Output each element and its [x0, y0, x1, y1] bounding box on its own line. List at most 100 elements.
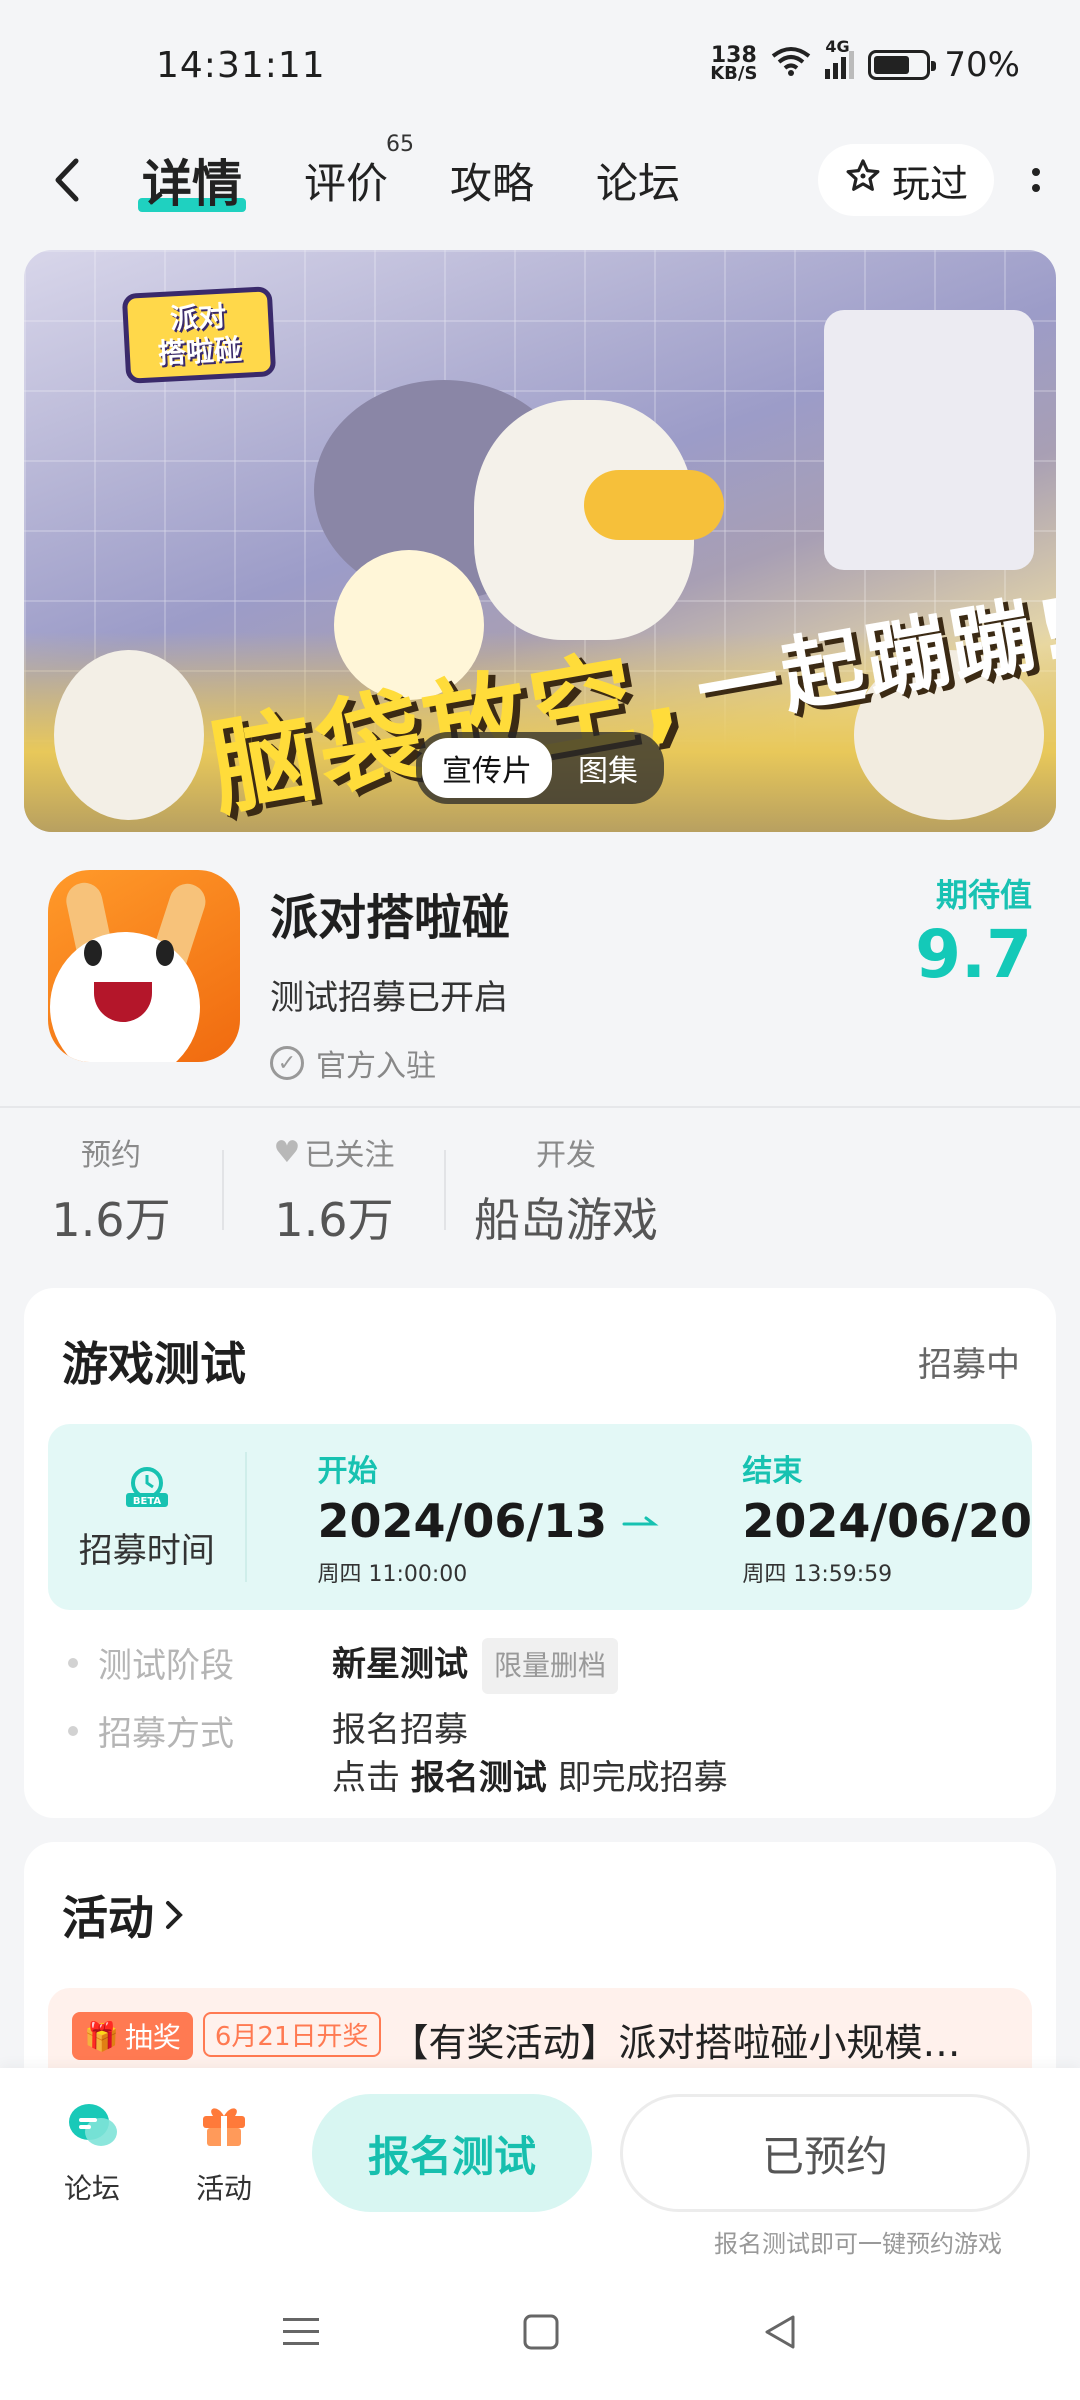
- stat-label: ♥ 已关注: [274, 1130, 395, 1174]
- tab-gallery[interactable]: 图集: [558, 738, 658, 798]
- activity-text: 【有奖活动】派对搭啦碰小规模测试招募开启: [390, 2021, 981, 2065]
- more-icon[interactable]: [1032, 168, 1040, 192]
- status-time: 14:31:11: [156, 44, 326, 86]
- stat-value: 1.6万: [51, 1193, 171, 1247]
- status-bar: 14:31:11 138 KB/S 4G 70%: [0, 0, 1080, 130]
- test-details: 测试阶段 新星测试 限量删档 招募方式 报名招募 点击 报名测试 即完成招募: [24, 1610, 1056, 1802]
- logo-line1: 派对: [169, 299, 227, 336]
- stat-followers[interactable]: ♥ 已关注 1.6万: [224, 1130, 444, 1250]
- start-time: 开始 2024/06/13 周四 11:00:00: [317, 1446, 607, 1588]
- card-title: 游戏测试: [62, 1337, 246, 1391]
- bottom-action-bar: 论坛 活动 报名测试 已预约 报名测试即可一键预约游戏: [0, 2068, 1080, 2268]
- tab-forum[interactable]: 论坛: [596, 150, 680, 211]
- arrow-right-icon: [607, 1512, 672, 1532]
- reserve-hint: 报名测试即可一键预约游戏: [714, 2230, 1002, 2258]
- end-tag: 结束: [742, 1454, 803, 1489]
- battery-level: [874, 56, 910, 74]
- stat-value: 船岛游戏: [474, 1193, 658, 1247]
- gift-box-icon: [199, 2100, 249, 2157]
- star-icon: [844, 157, 882, 204]
- recruit-status: 招募中: [918, 1344, 1020, 1385]
- check-icon: ✓: [270, 1046, 304, 1080]
- network-type: 4G: [825, 37, 850, 56]
- duck-beak: [584, 470, 724, 540]
- tab-reviews-label: 评价: [304, 158, 389, 208]
- official-label: 官方入驻: [316, 1049, 436, 1084]
- top-nav: 详情 评价 65 攻略 论坛 玩过: [0, 130, 1080, 230]
- phase-tag: 限量删档: [482, 1638, 619, 1694]
- lottery-tag-label: 抽奖: [124, 2021, 181, 2054]
- status-icons: 138 KB/S 4G 70%: [710, 37, 1020, 85]
- heart-icon: ♥: [273, 1134, 301, 1170]
- expectation-value: 9.7: [915, 916, 1032, 993]
- recruit-time-label-box: BETA 招募时间: [48, 1452, 248, 1582]
- end-weekday-time: 周四 13:59:59: [742, 1562, 893, 1587]
- chat-bubble-icon: [65, 2100, 119, 2157]
- tab-bar: 详情 评价 65 攻略 论坛: [138, 132, 680, 216]
- start-weekday-time: 周四 11:00:00: [317, 1562, 468, 1587]
- back-icon[interactable]: [52, 150, 100, 210]
- stat-label: 预约: [81, 1138, 141, 1173]
- lottery-tag: 🎁 抽奖: [72, 2012, 193, 2060]
- tab-reviews[interactable]: 评价 65: [304, 132, 414, 211]
- recruit-time-box: BETA 招募时间 开始 2024/06/13 周四 11:00:00 结束 2…: [48, 1424, 1032, 1610]
- chevron-right-icon: [164, 1888, 184, 1942]
- forum-button[interactable]: 论坛: [64, 2100, 120, 2207]
- tab-trailer[interactable]: 宣传片: [422, 738, 552, 798]
- game-logo: 派对 搭啦碰: [121, 286, 277, 384]
- end-time: 结束 2024/06/20 周四 13:59:59: [742, 1446, 1032, 1588]
- media-switch: 宣传片 图集: [416, 732, 664, 804]
- beta-clock-icon: BETA: [124, 1463, 170, 1509]
- reserved-button[interactable]: 已预约: [620, 2094, 1030, 2212]
- expectation-label: 期待值: [935, 876, 1032, 914]
- promo-banner[interactable]: 派对 搭啦碰 脑袋放空,一起蹦蹦! 宣传片 图集: [24, 250, 1056, 832]
- activity-title: 活动: [62, 1882, 184, 1948]
- stat-label-text: 已关注: [304, 1138, 395, 1173]
- game-app-icon: [48, 870, 240, 1062]
- stat-value: 1.6万: [274, 1193, 394, 1247]
- start-tag: 开始: [317, 1454, 378, 1489]
- wifi-icon: [771, 45, 811, 85]
- phase-value: 新星测试 限量删档: [332, 1638, 619, 1694]
- tab-details[interactable]: 详情: [138, 144, 246, 216]
- draw-date-tag: 6月21日开奖: [202, 2012, 381, 2057]
- game-info: 派对搭啦碰 测试招募已开启 ✓ 官方入驻 期待值 9.7: [0, 870, 1080, 1100]
- played-label: 玩过: [891, 161, 968, 206]
- method-value: 报名招募 点击 报名测试 即完成招募: [332, 1706, 728, 1802]
- battery-percent: 70%: [944, 45, 1020, 85]
- game-status: 测试招募已开启: [270, 978, 508, 1018]
- stat-developer[interactable]: 开发 船岛游戏: [446, 1130, 686, 1250]
- menu-icon[interactable]: [281, 2315, 321, 2353]
- activity-button[interactable]: 活动: [196, 2100, 252, 2207]
- game-test-card: 游戏测试 招募中 BETA 招募时间 开始 2024/06/13 周四 11:0…: [24, 1288, 1056, 1818]
- signup-test-button[interactable]: 报名测试: [312, 2094, 592, 2212]
- recruit-time-label: 招募时间: [78, 1530, 215, 1571]
- end-date: 2024/06/20: [742, 1494, 1032, 1548]
- washing-machine: [824, 310, 1034, 570]
- card-header: 游戏测试 招募中: [24, 1288, 1056, 1394]
- method-desc-3: 即完成招募: [557, 1758, 728, 1798]
- forum-label: 论坛: [64, 2172, 121, 2205]
- system-nav-bar: [0, 2268, 1080, 2400]
- card-header[interactable]: 活动: [24, 1842, 1056, 1948]
- home-icon[interactable]: [522, 2313, 560, 2355]
- game-title: 派对搭啦碰: [270, 890, 511, 946]
- battery-icon: [868, 50, 937, 80]
- activity-title-text: 活动: [62, 1891, 154, 1945]
- played-button[interactable]: 玩过: [817, 144, 994, 216]
- signal-icon: 4G: [825, 37, 855, 79]
- divider: [0, 1106, 1080, 1108]
- tab-guides[interactable]: 攻略: [450, 150, 534, 211]
- back-triangle-icon[interactable]: [761, 2313, 799, 2355]
- review-count-badge: 65: [386, 131, 415, 157]
- game-text: 派对搭啦碰 测试招募已开启 ✓ 官方入驻: [270, 870, 510, 1100]
- recruit-method-row: 招募方式 报名招募 点击 报名测试 即完成招募: [68, 1706, 1056, 1802]
- net-speed: 138 KB/S: [710, 45, 758, 84]
- method-desc-1: 点击: [332, 1758, 400, 1798]
- net-speed-unit: KB/S: [710, 63, 758, 84]
- svg-text:BETA: BETA: [133, 1496, 161, 1507]
- phase-key: 测试阶段: [68, 1638, 332, 1687]
- logo-line2: 搭啦碰: [157, 332, 243, 371]
- start-date: 2024/06/13: [317, 1494, 608, 1548]
- gift-icon: 🎁: [84, 2019, 119, 2053]
